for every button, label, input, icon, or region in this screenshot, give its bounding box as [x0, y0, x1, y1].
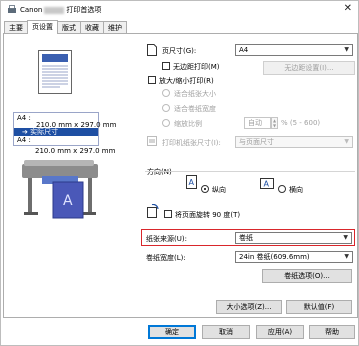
landscape-icon: A: [260, 178, 274, 189]
page-preview-icon: [38, 50, 72, 94]
output-size-select[interactable]: 与页面尺寸 ▼: [235, 136, 353, 148]
rotate-90-checkbox[interactable]: [164, 210, 172, 218]
scaling-spinner[interactable]: ▲ ▼: [271, 117, 278, 129]
fit-paper-label: 适合纸张大小: [174, 90, 216, 98]
output-size-icon: [147, 136, 157, 146]
page-setup-panel: A4 : 210.0 mm x 297.0 mm ➔ 实际尺寸 A4 : 210…: [3, 33, 358, 318]
orientation-divider: [145, 171, 355, 172]
scaling-input[interactable]: 自动: [244, 117, 271, 129]
window-title: Canon 打印首选项: [20, 6, 102, 14]
chevron-down-icon: ▼: [344, 138, 349, 145]
size-options-button[interactable]: 大小选项(Z)...: [216, 300, 282, 314]
page-size-label: 页尺寸(G):: [162, 47, 197, 55]
svg-text:A: A: [264, 180, 270, 189]
fit-roll-width-radio[interactable]: [162, 104, 170, 112]
output-size-label: 打印机纸张尺寸(I):: [162, 139, 221, 147]
borderless-checkbox[interactable]: [162, 62, 170, 70]
fit-roll-width-label: 适合卷纸宽度: [174, 105, 216, 113]
svg-text:A: A: [189, 178, 195, 187]
roll-options-button[interactable]: 卷纸选项(O)...: [262, 269, 352, 283]
borderless-label: 无边距打印(M): [173, 63, 220, 71]
scaled-print-checkbox[interactable]: [148, 76, 156, 84]
landscape-label: 横向: [289, 186, 303, 194]
size-line-1: A4 :: [17, 114, 31, 122]
size-info-box: A4 : 210.0 mm x 297.0 mm ➔ 实际尺寸 A4 :: [13, 112, 116, 146]
scaled-print-label: 放大/缩小打印(R): [159, 77, 214, 85]
chevron-down-icon: ▼: [344, 253, 349, 260]
title-bar: Canon 打印首选项 ✕: [2, 2, 358, 17]
fit-paper-radio[interactable]: [162, 89, 170, 97]
page-size-select[interactable]: A4 ▼: [235, 44, 353, 56]
apply-button[interactable]: 应用(A): [256, 325, 304, 339]
defaults-button[interactable]: 默认值(F): [286, 300, 352, 314]
scaling-unit: % (5 - 600): [281, 119, 321, 127]
page-size-icon: [147, 44, 157, 56]
rotate-page-icon: [147, 204, 159, 218]
size-line-4: 210.0 mm x 297.0 mm: [35, 147, 116, 155]
svg-text:A: A: [63, 193, 73, 209]
scaling-radio[interactable]: [162, 119, 170, 127]
chevron-down-icon: ▼: [344, 46, 349, 53]
chevron-down-icon: ▼: [343, 234, 348, 241]
actual-size-banner: ➔ 实际尺寸: [14, 128, 98, 136]
ok-button[interactable]: 确定: [148, 325, 196, 339]
canon-printer-icon: [8, 5, 16, 13]
printer-illustration-icon: A: [22, 160, 98, 219]
portrait-icon: A: [186, 175, 197, 189]
paper-source-label: 纸张来源(U):: [146, 235, 187, 243]
cancel-button[interactable]: 取消: [202, 325, 250, 339]
tab-strip: 主要 页设置 版式 收藏 维护: [4, 20, 127, 34]
help-button[interactable]: 帮助: [309, 325, 355, 339]
landscape-radio[interactable]: [278, 185, 286, 193]
print-preferences-window: Canon 打印首选项 ✕ 主要 页设置 版式 收藏 维护 A4 : 210.0 …: [0, 0, 359, 346]
tab-page-setup[interactable]: 页设置: [27, 20, 58, 34]
scaling-label: 缩放比例: [174, 120, 202, 128]
roll-width-select[interactable]: 24in 卷纸(609.6mm) ▼: [235, 251, 353, 263]
orientation-group-label: 方向(N): [147, 168, 172, 176]
paper-source-select[interactable]: 卷纸 ▼: [235, 232, 352, 244]
portrait-radio[interactable]: [201, 185, 209, 193]
down-arrow-icon: ➔: [22, 128, 28, 136]
rotate-90-label: 将页面旋转 90 度(T): [175, 211, 241, 219]
roll-width-label: 卷纸宽度(L):: [146, 254, 186, 262]
borderless-settings-button[interactable]: 无边距设置(I)...: [263, 61, 355, 75]
portrait-label: 纵向: [212, 186, 226, 194]
size-line-3: A4 :: [17, 136, 31, 144]
close-icon[interactable]: ✕: [344, 3, 352, 14]
actual-size-label: 实际尺寸: [30, 128, 59, 136]
